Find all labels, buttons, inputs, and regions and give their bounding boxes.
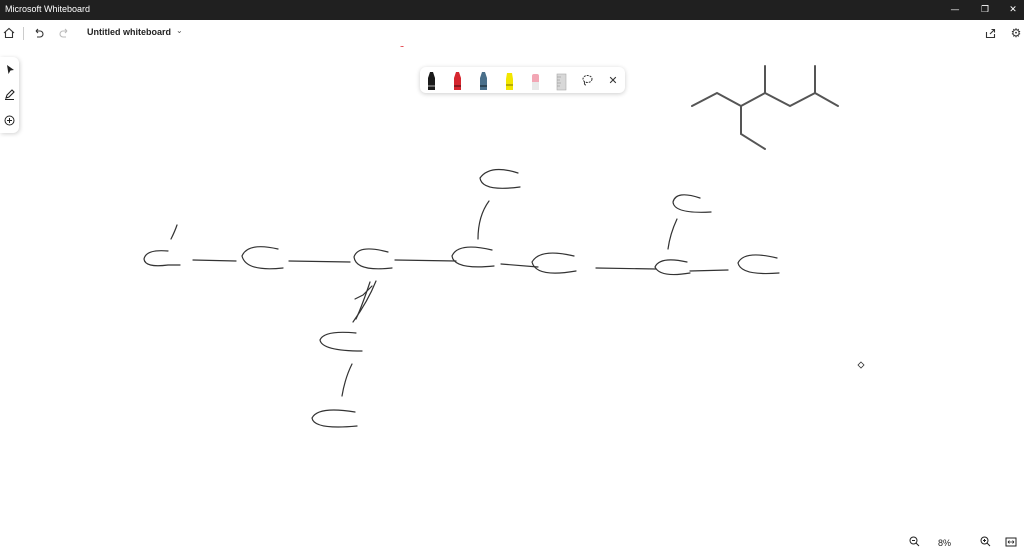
zoom-out-icon[interactable] — [906, 533, 922, 550]
home-icon[interactable] — [0, 24, 18, 42]
close-icon[interactable]: ✕ — [605, 71, 621, 89]
carbon-branch-low1 — [319, 331, 363, 352]
whiteboard-canvas[interactable] — [0, 46, 1024, 532]
eraser-icon[interactable] — [530, 71, 541, 91]
carbon-c6 — [654, 259, 691, 276]
close-icon[interactable]: ✕ — [998, 0, 1024, 20]
red-pen-icon[interactable] — [452, 71, 463, 91]
restore-icon[interactable]: ❐ — [970, 0, 1000, 20]
carbon-branch-top — [479, 168, 521, 189]
black-pen-icon[interactable] — [426, 71, 437, 91]
chevron-down-icon[interactable]: ⌄ — [176, 26, 183, 35]
cursor-marker-icon — [857, 361, 865, 369]
carbon-c3 — [353, 248, 393, 270]
handwritten-carbon-chain — [143, 168, 780, 428]
title-bar: Microsoft Whiteboard — ❐ ✕ — [0, 0, 1024, 20]
zoom-in-icon[interactable] — [977, 533, 993, 550]
fit-to-screen-icon[interactable] — [1003, 533, 1019, 550]
minimize-icon[interactable]: — — [940, 0, 970, 20]
undo-icon[interactable] — [29, 24, 47, 42]
carbon-c2 — [241, 246, 284, 270]
top-toolbar: Untitled whiteboard ⌄ ⚙ — [0, 20, 1024, 46]
carbon-c5 — [531, 252, 577, 274]
redo-icon[interactable] — [55, 24, 73, 42]
skeletal-structure — [691, 65, 839, 150]
ruler-icon[interactable] — [556, 71, 567, 91]
lasso-icon[interactable] — [579, 71, 595, 89]
share-icon[interactable] — [981, 24, 999, 42]
carbon-c1 — [143, 250, 181, 267]
toolbar-divider — [23, 27, 24, 40]
pen-tray: ✕ — [420, 67, 625, 93]
carbon-c7 — [737, 254, 780, 275]
zoom-level: 8% — [938, 538, 952, 548]
gear-icon[interactable]: ⚙ — [1007, 24, 1024, 42]
carbon-branch-low2 — [311, 409, 358, 428]
yellow-highlighter-icon[interactable] — [504, 71, 515, 91]
board-title[interactable]: Untitled whiteboard — [87, 27, 171, 37]
carbon-c4 — [451, 246, 495, 268]
blue-pen-icon[interactable] — [478, 71, 489, 91]
app-title: Microsoft Whiteboard — [5, 4, 91, 14]
carbon-branch-right — [672, 194, 712, 213]
